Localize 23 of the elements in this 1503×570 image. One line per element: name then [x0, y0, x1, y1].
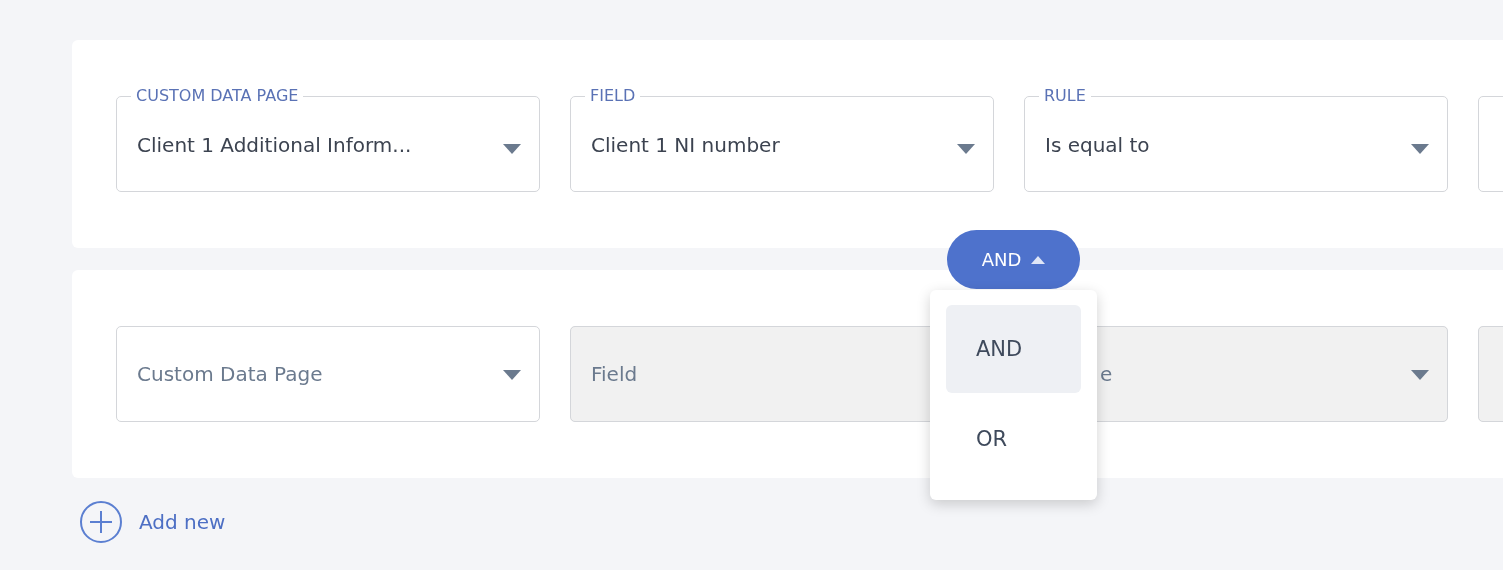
field-label: CUSTOM DATA PAGE	[135, 86, 300, 106]
caret-icon	[1411, 144, 1429, 154]
select-field[interactable]: FIELD Client 1 NI number	[570, 86, 994, 192]
add-new-link[interactable]: Add new	[139, 510, 226, 534]
field-placeholder: e	[1100, 362, 1113, 386]
select-field[interactable]: CUSTOM DATA PAGE Client 1 Additional Inform...	[116, 86, 540, 192]
caret-icon	[957, 144, 975, 154]
caret-up-icon	[1031, 255, 1046, 264]
field-label: FIELD	[589, 86, 637, 106]
field-value: Client 1 NI number	[591, 132, 780, 157]
field-label: RULE	[1043, 86, 1087, 106]
field-value: Client 1 Additional Inform...	[137, 132, 412, 157]
field-placeholder: Custom Data Page	[137, 362, 323, 386]
operator-button[interactable]: AND	[947, 230, 1080, 289]
caret-icon	[1411, 370, 1429, 380]
plus-circle-icon[interactable]	[79, 500, 123, 544]
caret-icon	[503, 144, 521, 154]
field-value: Is equal to	[1045, 132, 1150, 157]
menu-option[interactable]: AND	[946, 305, 1081, 393]
field-placeholder: Field	[591, 362, 638, 386]
select-field[interactable]: Custom Data Page	[116, 326, 540, 422]
caret-icon	[503, 370, 521, 380]
select-field[interactable]: RULE Is equal to	[1024, 86, 1448, 192]
